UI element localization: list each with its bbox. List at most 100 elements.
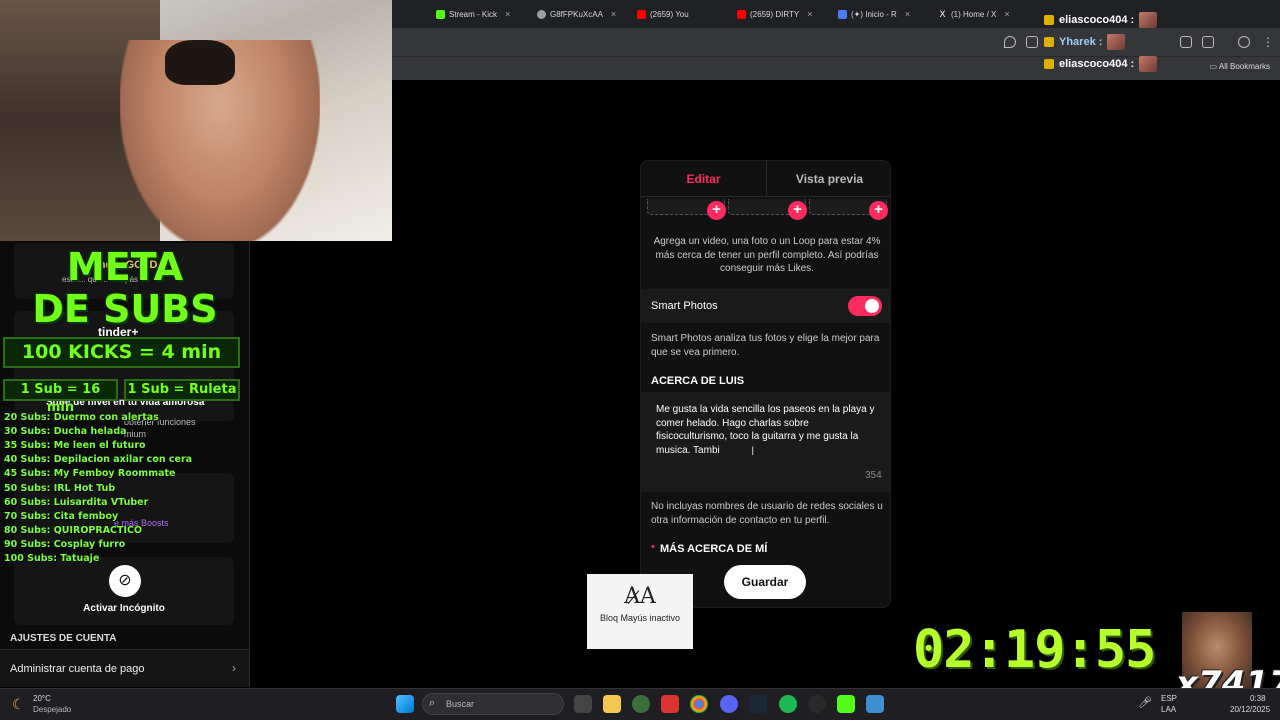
more-about-header: MÁS ACERCA DE MÍ: [660, 543, 768, 555]
extension-icon[interactable]: [1026, 36, 1038, 48]
file-explorer-icon[interactable]: [603, 695, 621, 713]
sub-goal-item: 100 Subs: Tatuaje: [4, 553, 100, 564]
streamer-hair: [165, 40, 235, 85]
tab-youtube-2[interactable]: (2659) DIRTY ×: [737, 4, 829, 24]
app-icon[interactable]: [661, 695, 679, 713]
microphone-icon[interactable]: 🎤︎: [1138, 696, 1152, 709]
tab-kick[interactable]: Stream - Kick ×: [436, 4, 526, 24]
sub-goal-item: 45 Subs: My Femboy Roommate: [4, 468, 176, 479]
toggle-knob: [865, 299, 879, 313]
chat-message: eliascoco404 :: [1044, 11, 1158, 29]
smart-photos-label: Smart Photos: [651, 300, 718, 312]
menu-icon[interactable]: ⋮: [1262, 35, 1274, 49]
all-bookmarks-button[interactable]: ▭ All Bookmarks: [1210, 62, 1270, 71]
crown-badge-icon: [1044, 15, 1054, 25]
tab-image[interactable]: G8fFPKuXcAA ×: [537, 4, 627, 24]
kick-icon: [436, 9, 445, 19]
task-view-icon[interactable]: [574, 695, 592, 713]
close-icon[interactable]: ×: [905, 9, 910, 19]
site-icon: [838, 9, 847, 19]
profile-editor: Editar Vista previa + + + Agrega un vide…: [640, 160, 891, 608]
chat-message: eliascoco404 :: [1044, 55, 1158, 73]
chrome-icon[interactable]: [690, 695, 708, 713]
close-icon[interactable]: ×: [807, 9, 812, 19]
discord-icon[interactable]: [720, 695, 738, 713]
moon-weather-icon: ☾: [12, 696, 25, 712]
globe-icon: [537, 9, 546, 19]
app-icon[interactable]: [632, 695, 650, 713]
tab-preview[interactable]: Vista previa: [767, 161, 890, 196]
tab-edit[interactable]: Editar: [641, 161, 767, 196]
sub-goal-item: 70 Subs: Cita femboy: [4, 511, 119, 522]
about-text: Me gusta la vida sencilla los paseos en …: [656, 404, 875, 456]
close-icon[interactable]: ×: [505, 9, 510, 19]
manage-payment-row[interactable]: Administrar cuenta de pago ›: [0, 649, 249, 687]
close-icon[interactable]: ×: [1004, 9, 1009, 19]
caps-lock-indicator: A̷A Bloq Mayús inactivo: [587, 574, 693, 649]
download-icon[interactable]: [1202, 36, 1214, 48]
sub-goal-item: 60 Subs: Luisardita VTuber: [4, 497, 149, 508]
account-settings-header: AJUSTES DE CUENTA: [10, 633, 117, 644]
required-dot-icon: •: [651, 541, 655, 553]
folder-icon: ▭: [1209, 62, 1219, 71]
text-cursor-icon: I: [751, 444, 755, 458]
smart-photos-toggle[interactable]: [848, 296, 882, 316]
puzzle-icon[interactable]: [1180, 36, 1192, 48]
chat-message: Yharek :: [1044, 33, 1126, 51]
about-header: ACERCA DE LUIS: [651, 375, 745, 387]
smart-photos-desc: Smart Photos analiza tus fotos y elige l…: [651, 333, 880, 358]
kick-icon[interactable]: [837, 695, 855, 713]
profile-icon[interactable]: [1238, 36, 1250, 48]
sub-roulette-goal: 1 Sub = Ruleta: [124, 379, 240, 401]
sub-time-goal: 1 Sub = 16 min: [3, 379, 118, 415]
stream-timer: 02:19:55: [913, 620, 1156, 680]
add-media-hint: Agrega un video, una foto o un Loop para…: [653, 236, 881, 274]
address-bar-row: ⋮: [392, 28, 1280, 56]
emote-icon: [1139, 12, 1158, 28]
sub-goal-item: 90 Subs: Cosplay furro: [4, 539, 126, 550]
windows-start-icon[interactable]: [396, 695, 414, 713]
sub-goal-item: 80 Subs: QUIROPRACTICO: [4, 525, 143, 536]
taskbar-search[interactable]: ⌕ Buscar: [422, 693, 564, 715]
close-icon[interactable]: ×: [611, 9, 616, 19]
about-textarea[interactable]: Me gusta la vida sencilla los paseos en …: [641, 392, 890, 492]
sub-goal-item: 50 Subs: IRL Hot Tub: [4, 483, 116, 494]
chevron-right-icon: ›: [232, 661, 236, 675]
incognito-card[interactable]: ⊘ Activar Incógnito: [14, 557, 234, 625]
meta-title: META: [66, 245, 184, 289]
crown-badge-icon: [1044, 37, 1054, 47]
location-icon[interactable]: [1004, 36, 1016, 48]
tab-x-home[interactable]: X (1) Home / X ×: [938, 4, 1030, 24]
save-button[interactable]: Guardar: [724, 565, 806, 599]
add-photo-icon[interactable]: +: [869, 201, 888, 220]
smart-photos-row: Smart Photos: [641, 289, 890, 323]
eye-slash-icon: ⊘: [109, 565, 141, 597]
sub-goal-item: 35 Subs: Me leen el futuro: [4, 440, 146, 451]
emote-icon: [1107, 34, 1126, 50]
youtube-icon: [737, 9, 746, 19]
add-photo-icon[interactable]: +: [707, 201, 726, 220]
webcam-feed: [0, 0, 392, 241]
tab-inicio[interactable]: (✦) Inicio - R ×: [838, 4, 930, 24]
sub-goal-item: 30 Subs: Ducha helada: [4, 426, 127, 437]
search-icon: ⌕: [429, 697, 436, 709]
tab-youtube-1[interactable]: (2659) You: [637, 4, 729, 24]
x-logo-icon: X: [939, 8, 946, 19]
sub-goal-item: 40 Subs: Depilacion axilar con cera: [4, 454, 193, 465]
crown-badge-icon: [1044, 59, 1054, 69]
no-contact-note: No incluyas nombres de usuario de redes …: [651, 501, 883, 526]
spotify-icon[interactable]: [779, 695, 797, 713]
tinder-sidebar: tinder GOLD escu... que... la... pás tin…: [0, 241, 250, 687]
sub-goal-item: 20 Subs: Duermo con alertas: [4, 412, 159, 423]
editor-tabs: Editar Vista previa: [641, 161, 890, 197]
steam-icon[interactable]: [749, 695, 767, 713]
emote-icon: [1139, 56, 1158, 72]
app-icon[interactable]: [808, 695, 826, 713]
kicks-goal: 100 KICKS = 4 min: [3, 337, 240, 368]
meta-subtitle: DE SUBS: [32, 287, 218, 331]
add-photo-icon[interactable]: +: [788, 201, 807, 220]
app-icon[interactable]: [866, 695, 884, 713]
char-count: 354: [865, 470, 882, 481]
youtube-icon: [637, 9, 646, 19]
caps-lock-icon: A̷A: [624, 584, 656, 609]
